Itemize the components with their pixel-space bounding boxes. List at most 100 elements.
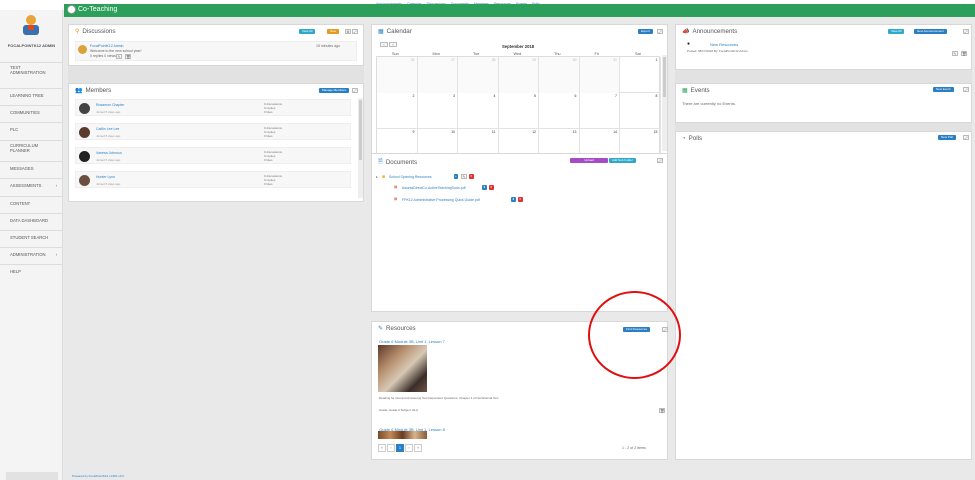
calendar-prev-button[interactable]: ‹: [380, 42, 388, 47]
sidebar-item-11[interactable]: HELP: [0, 264, 63, 280]
file-1-delete-icon[interactable]: ✕: [489, 185, 494, 190]
documents-add-folder-button[interactable]: Add Sub Folder: [609, 158, 636, 163]
discussions-view-all-button[interactable]: View All: [299, 29, 316, 34]
calendar-day-cell[interactable]: 9: [377, 129, 418, 153]
calendar-day-cell[interactable]: 28: [458, 57, 499, 93]
sidebar-item-4[interactable]: CURRICULUM PLANNER: [0, 140, 63, 156]
manage-members-button[interactable]: Manage Members: [319, 88, 350, 93]
calendar-day-cell[interactable]: 13: [539, 129, 580, 153]
member-name[interactable]: Hunter Lynn: [96, 175, 115, 179]
calendar-export-button[interactable]: Export: [638, 29, 653, 34]
sidebar-item-10[interactable]: ADMINISTRATION ›: [0, 247, 63, 263]
folder-edit-icon[interactable]: ✎: [461, 174, 467, 179]
sidebar-item-8[interactable]: DATA DASHBOARD: [0, 213, 63, 229]
discussions-new-button[interactable]: New: [327, 29, 340, 34]
file-2-download-icon[interactable]: ⬇: [511, 197, 516, 202]
calendar-panel: ▦ Calendar Export ⤢ ‹ › September 2018 Su…: [371, 24, 668, 154]
document-folder[interactable]: School Opening Resources: [389, 175, 432, 179]
folder-add-icon[interactable]: +: [454, 174, 458, 179]
resource-1-desc: Reading for Gist and Answering Text-Depe…: [379, 396, 499, 400]
calendar-day-cell[interactable]: 29: [498, 57, 539, 93]
announcement-delete-icon[interactable]: 🗑: [961, 51, 967, 56]
calendar-day-cell[interactable]: 26: [377, 57, 418, 93]
calendar-day-cell[interactable]: 15: [620, 129, 661, 153]
member-name[interactable]: Caitlin Lee Lee: [96, 127, 119, 131]
document-file-1[interactable]: AssessDirectCo-ActiveTeachingTools.pdf: [402, 186, 466, 190]
sidebar-item-1[interactable]: LEARNING TREE: [0, 88, 63, 104]
polls-panel: ◔ Polls New Poll ⤢: [675, 131, 972, 460]
discussions-expand-icon[interactable]: ⤢: [352, 29, 358, 34]
pager-button[interactable]: ›: [405, 444, 413, 452]
member-name[interactable]: Rosamon Chapter: [96, 103, 124, 107]
resource-1-title[interactable]: Grade 6 Module 3B, Unit 1, Lesson 7: [379, 339, 445, 344]
new-event-button[interactable]: New Event: [933, 87, 954, 92]
pager-button[interactable]: ‹: [387, 444, 395, 452]
polls-expand-icon[interactable]: ⤢: [963, 135, 969, 140]
calendar-day-cell[interactable]: 3: [418, 93, 458, 129]
pager-button[interactable]: «: [378, 444, 386, 452]
folder-delete-icon[interactable]: ✕: [469, 174, 474, 179]
calendar-day-cell[interactable]: 12: [499, 129, 539, 153]
calendar-day-cell[interactable]: 27: [417, 57, 458, 93]
documents-upload-button[interactable]: Upload: [570, 158, 608, 163]
member-row[interactable]: Rosamon Chapter Joined 5 days ago 0 discus…: [75, 99, 351, 116]
calendar-day-cell[interactable]: 1: [620, 57, 661, 93]
announcement-title[interactable]: New Resources: [710, 42, 738, 47]
discussion-delete-icon[interactable]: 🗑: [125, 54, 131, 59]
sidebar-item-6[interactable]: ASSESSMENTS ›: [0, 178, 63, 194]
resource-1-delete-icon[interactable]: 🗑: [659, 408, 665, 413]
members-scrollbar[interactable]: [358, 98, 363, 198]
discussion-author[interactable]: FocalPointK12 Admin: [90, 44, 123, 48]
calendar-day-cell[interactable]: 10: [418, 129, 458, 153]
member-avatar: [79, 175, 90, 186]
members-expand-icon[interactable]: ⤢: [352, 88, 358, 93]
calendar-day-cell[interactable]: 8: [620, 93, 661, 129]
calendar-scrollbar[interactable]: [662, 55, 667, 151]
sidebar-item-label: COMMUNITIES: [10, 110, 40, 116]
calendar-day-cell[interactable]: 31: [579, 57, 620, 93]
calendar-day-cell[interactable]: 4: [458, 93, 499, 129]
calendar-day-cell[interactable]: 7: [580, 93, 620, 129]
member-joined: Joined 5 days ago: [96, 158, 121, 162]
separator: [68, 66, 364, 83]
member-row[interactable]: Caitlin Lee Lee Joined 5 days ago 0 discus…: [75, 123, 351, 140]
resource-1-thumbnail[interactable]: [378, 345, 427, 392]
announcements-view-all-button[interactable]: View All: [888, 29, 905, 34]
discussion-post[interactable]: FocalPointK12 Admin Welcome to the new s…: [75, 41, 357, 61]
sidebar-item-5[interactable]: MESSAGES: [0, 161, 63, 177]
member-name[interactable]: Vanesa Johnson: [96, 151, 122, 155]
member-row[interactable]: Hunter Lynn Joined 5 days ago 0 discussion…: [75, 171, 351, 188]
user-avatar-icon[interactable]: [20, 14, 42, 36]
calendar-day-cell[interactable]: 2: [377, 93, 418, 129]
announcement-edit-icon[interactable]: ✎: [952, 51, 958, 56]
member-row[interactable]: Vanesa Johnson Joined 5 days ago 0 discuss…: [75, 147, 351, 164]
pager-button[interactable]: »: [414, 444, 422, 452]
calendar-week-row: 2345678: [377, 93, 661, 129]
calendar-day-cell[interactable]: 30: [539, 57, 580, 93]
calendar-day-cell[interactable]: 6: [539, 93, 580, 129]
new-poll-button[interactable]: New Poll: [938, 135, 956, 140]
document-file-2[interactable]: FPK12 Administrative Processing Quick Gu…: [402, 198, 480, 202]
resource-2-thumbnail[interactable]: [378, 431, 427, 439]
calendar-day-cell[interactable]: 14: [580, 129, 620, 153]
documents-expand-icon[interactable]: ⤢: [657, 158, 663, 163]
sidebar-item-label: MESSAGES: [10, 166, 34, 172]
discussions-settings-icon[interactable]: ⚙: [345, 29, 351, 34]
calendar-day-cell[interactable]: 5: [499, 93, 539, 129]
sidebar-item-9[interactable]: STUDENT SEARCH: [0, 230, 63, 246]
file-2-delete-icon[interactable]: ✕: [518, 197, 523, 202]
sidebar-item-3[interactable]: PLC: [0, 122, 63, 138]
sidebar-item-0[interactable]: TEST ADMINISTRATION: [0, 62, 63, 78]
announcements-expand-icon[interactable]: ⤢: [963, 29, 969, 34]
calendar-expand-icon[interactable]: ⤢: [657, 29, 663, 34]
calendar-next-button[interactable]: ›: [389, 42, 397, 47]
discussion-edit-icon[interactable]: ✎: [116, 54, 122, 59]
sidebar-item-7[interactable]: CONTENT: [0, 196, 63, 212]
file-1-download-icon[interactable]: ⬇: [482, 185, 487, 190]
sidebar-item-2[interactable]: COMMUNITIES: [0, 105, 63, 121]
events-expand-icon[interactable]: ⤢: [963, 87, 969, 92]
calendar-day-cell[interactable]: 11: [458, 129, 499, 153]
pager-button[interactable]: 1: [396, 444, 404, 452]
folder-toggle-icon[interactable]: ▸: [376, 175, 378, 179]
new-announcement-button[interactable]: New Announcement: [914, 29, 947, 34]
